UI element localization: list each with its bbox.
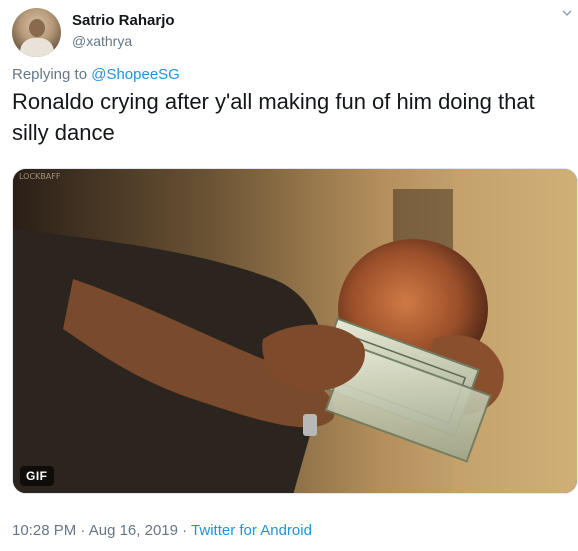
reply-mention-link[interactable]: @ShopeeSG	[91, 66, 180, 83]
tweet-time[interactable]: 10:28 PM	[12, 522, 76, 539]
author-handle[interactable]: @xathrya	[72, 33, 132, 49]
avatar-head	[29, 19, 45, 37]
gif-frame-image: LOCKBAFF	[13, 169, 577, 493]
tweet-text: Ronaldo crying after y'all making fun of…	[12, 89, 535, 145]
meta-separator: ·	[76, 522, 89, 539]
tweet-date[interactable]: Aug 16, 2019	[89, 522, 178, 539]
meta-separator: ·	[177, 522, 192, 539]
gif-media[interactable]: LOCKBAFF	[12, 168, 578, 494]
author-name[interactable]: Satrio Raharjo	[72, 12, 175, 29]
avatar-shirt	[20, 38, 54, 57]
tweet-meta: 10:28 PM · Aug 16, 2019 · Twitter for An…	[12, 522, 312, 539]
gif-badge: GIF	[20, 466, 54, 486]
chevron-down-icon[interactable]	[562, 8, 572, 18]
watermark-text: LOCKBAFF	[19, 172, 61, 181]
replying-to-label: Replying to	[12, 66, 92, 83]
avatar[interactable]	[12, 8, 61, 57]
tweet-source-link[interactable]: Twitter for Android	[191, 522, 312, 539]
replying-to: Replying to @ShopeeSG	[12, 66, 180, 83]
tweet-card: Satrio Raharjo @xathrya Replying to @Sho…	[0, 0, 578, 551]
